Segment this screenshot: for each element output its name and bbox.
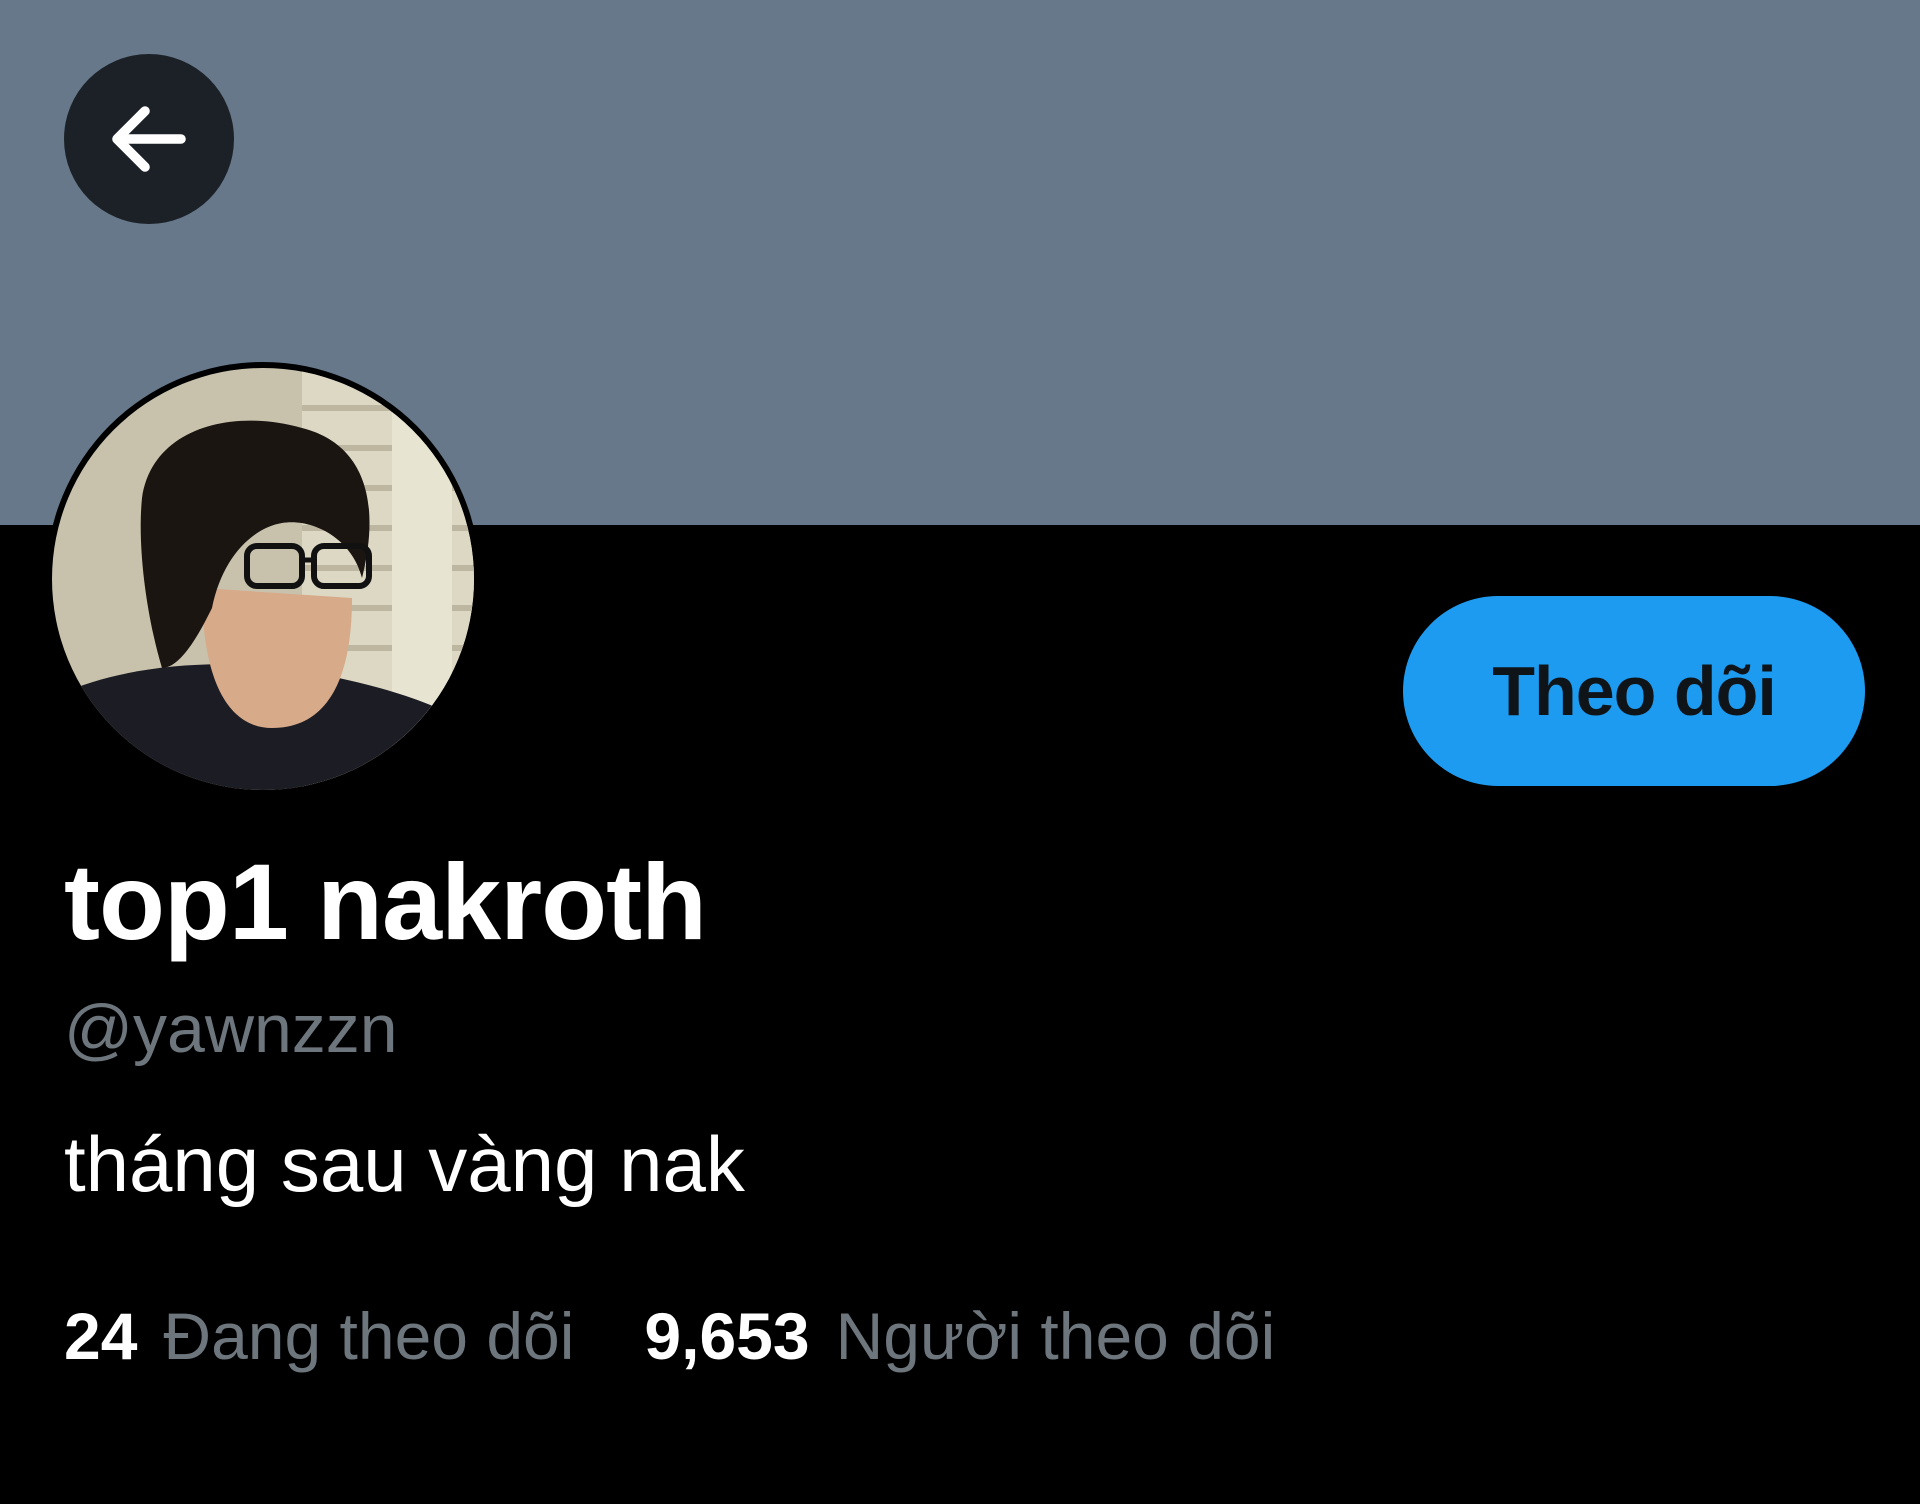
followers-label: Người theo dõi — [835, 1299, 1276, 1373]
avatar[interactable] — [46, 362, 480, 796]
followers-count: 9,653 — [644, 1299, 810, 1373]
following-stat[interactable]: 24 Đang theo dõi — [64, 1303, 574, 1369]
display-name: top1 nakroth — [64, 841, 707, 962]
avatar-photo — [52, 368, 474, 790]
following-label: Đang theo dõi — [163, 1299, 575, 1373]
username-handle: @yawnzzn — [64, 991, 398, 1067]
follow-button[interactable]: Theo dõi — [1403, 596, 1865, 786]
profile-stats: 24 Đang theo dõi 9,653 Người theo dõi — [64, 1303, 1275, 1369]
back-button[interactable] — [64, 54, 234, 224]
arrow-left-icon — [112, 106, 186, 172]
following-count: 24 — [64, 1299, 138, 1373]
followers-stat[interactable]: 9,653 Người theo dõi — [644, 1303, 1275, 1369]
profile-bio: tháng sau vàng nak — [64, 1120, 745, 1208]
follow-button-label: Theo dõi — [1492, 652, 1777, 730]
